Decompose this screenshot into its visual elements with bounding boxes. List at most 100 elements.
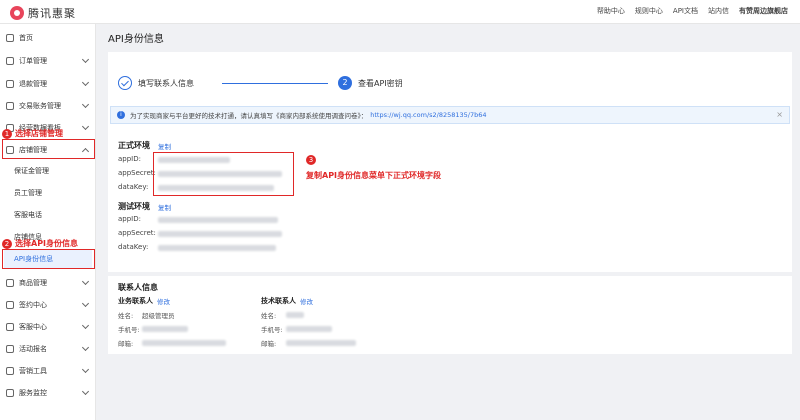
service-icon <box>6 323 14 331</box>
biz-phone-value <box>142 326 188 332</box>
sidebar-item-staff[interactable]: 员工管理 <box>0 184 96 202</box>
sidebar-item-home[interactable]: 首页 <box>0 28 96 48</box>
sidebar-item-label: 服务监控 <box>19 389 47 397</box>
sidebar-item-label: 员工管理 <box>14 189 42 197</box>
sidebar-item-label: 退款管理 <box>19 80 47 88</box>
tech-email-value <box>286 340 356 346</box>
chevron-down-icon <box>81 387 90 396</box>
order-icon <box>6 57 14 65</box>
monitor-icon <box>6 389 14 397</box>
sidebar-item-monitoring[interactable]: 服务监控 <box>0 383 96 403</box>
prod-appid-label: appID: <box>118 155 141 163</box>
sidebar-item-label: 营销工具 <box>19 367 47 375</box>
biz-contact-label: 业务联系人 <box>118 297 153 305</box>
test-env-title: 测试环境 <box>118 202 150 211</box>
annotation-box-prod-fields <box>153 152 294 196</box>
copy-test-button[interactable]: 复制 <box>158 202 171 212</box>
close-icon[interactable]: × <box>776 110 783 119</box>
annotation-number-1: 1 <box>2 129 12 139</box>
annotation-label-2: 选择API身份信息 <box>15 239 79 248</box>
chevron-down-icon <box>81 277 90 286</box>
sidebar-item-billing[interactable]: 交易账务管理 <box>0 96 96 116</box>
annotation-label-1: 选择店铺管理 <box>15 129 63 138</box>
test-datakey-label: dataKey: <box>118 243 149 251</box>
sidebar-item-marketing[interactable]: 营销工具 <box>0 361 96 381</box>
event-icon <box>6 345 14 353</box>
chevron-down-icon <box>81 55 90 64</box>
tech-name-value <box>286 312 304 318</box>
messages-link[interactable]: 站内信 <box>708 6 729 16</box>
home-icon <box>6 34 14 42</box>
chevron-down-icon <box>81 78 90 87</box>
tech-phone-label: 手机号: <box>261 326 283 334</box>
tech-phone-value <box>286 326 332 332</box>
annotation-label-3: 复制API身份信息菜单下正式环境字段 <box>306 171 442 180</box>
step-1-label: 填写联系人信息 <box>138 79 194 88</box>
sidebar-item-products[interactable]: 商品管理 <box>0 273 96 293</box>
sidebar-item-refunds[interactable]: 退款管理 <box>0 74 96 94</box>
info-icon: i <box>117 111 125 119</box>
rule-center-link[interactable]: 规则中心 <box>635 6 663 16</box>
check-icon <box>118 76 132 90</box>
store-name[interactable]: 有赞周边旗舰店 <box>739 6 788 16</box>
sidebar-item-contracts[interactable]: 签约中心 <box>0 295 96 315</box>
sidebar-item-label: 签约中心 <box>19 301 47 309</box>
prod-env-title: 正式环境 <box>118 141 150 150</box>
copy-prod-button[interactable]: 复制 <box>158 141 171 151</box>
step-2-label: 查看API密钥 <box>358 79 403 88</box>
refund-icon <box>6 80 14 88</box>
annotation-box-store-management <box>2 139 95 159</box>
chevron-down-icon <box>81 321 90 330</box>
sidebar-item-label: 客服电话 <box>14 211 42 219</box>
sidebar-item-label: 活动报名 <box>19 345 47 353</box>
sidebar-item-label: 交易账务管理 <box>19 102 61 110</box>
prod-appsecret-label: appSecret: <box>118 169 156 177</box>
app-logo[interactable]: 腾讯惠聚 <box>10 5 76 21</box>
test-datakey-value <box>158 245 276 251</box>
sidebar-item-label: 客服中心 <box>19 323 47 331</box>
annotation-number-2: 2 <box>2 239 12 249</box>
help-center-link[interactable]: 帮助中心 <box>597 6 625 16</box>
api-doc-link[interactable]: API文档 <box>673 6 698 16</box>
tech-contact-label: 技术联系人 <box>261 297 296 305</box>
biz-name-value: 超级管理员 <box>142 312 175 320</box>
contacts-title: 联系人信息 <box>118 283 158 292</box>
biz-email-value <box>142 340 226 346</box>
sidebar-item-label: 保证金管理 <box>14 167 49 175</box>
edit-tech-contact-button[interactable]: 修改 <box>300 296 313 306</box>
chevron-down-icon <box>81 365 90 374</box>
sidebar-item-orders[interactable]: 订单管理 <box>0 51 96 71</box>
chevron-down-icon <box>81 343 90 352</box>
chevron-down-icon <box>81 100 90 109</box>
sidebar-item-events[interactable]: 活动报名 <box>0 339 96 359</box>
sidebar-item-customer-service[interactable]: 客服中心 <box>0 317 96 337</box>
sidebar-item-label: 订单管理 <box>19 57 47 65</box>
product-icon <box>6 279 14 287</box>
logo-icon <box>10 6 24 20</box>
step-2-number: 2 <box>338 76 352 90</box>
prod-datakey-label: dataKey: <box>118 183 149 191</box>
notice-text: 为了实现商家与平台更好的技术打通，请认真填写《商家内部系统使用调查问卷》： <box>130 112 368 120</box>
contract-icon <box>6 301 14 309</box>
biz-name-label: 姓名: <box>118 312 134 320</box>
top-nav: 帮助中心 规则中心 API文档 站内信 有赞周边旗舰店 <box>597 6 788 16</box>
step-indicator: 填写联系人信息 2 查看API密钥 <box>118 74 538 94</box>
survey-link[interactable]: https://wj.qq.com/s2/8258135/7b64 <box>370 111 486 119</box>
sidebar-item-service-phone[interactable]: 客服电话 <box>0 206 96 224</box>
test-appsecret-label: appSecret: <box>118 229 156 237</box>
sidebar-item-deposit[interactable]: 保证金管理 <box>0 162 96 180</box>
tech-email-label: 邮箱: <box>261 340 277 348</box>
edit-biz-contact-button[interactable]: 修改 <box>157 296 170 306</box>
step-divider <box>222 83 328 84</box>
chevron-down-icon <box>81 122 90 131</box>
test-appid-value <box>158 217 278 223</box>
logo-text: 腾讯惠聚 <box>28 7 76 20</box>
marketing-icon <box>6 367 14 375</box>
chevron-down-icon <box>81 299 90 308</box>
tech-name-label: 姓名: <box>261 312 277 320</box>
sidebar-item-label: 商品管理 <box>19 279 47 287</box>
sidebar: 首页 订单管理 退款管理 交易账务管理 经营数据看板 店铺管理 保证金管理 员工… <box>0 24 96 420</box>
survey-notice: i 为了实现商家与平台更好的技术打通，请认真填写《商家内部系统使用调查问卷》： … <box>110 106 790 124</box>
annotation-number-3: 3 <box>306 155 316 165</box>
biz-phone-label: 手机号: <box>118 326 140 334</box>
